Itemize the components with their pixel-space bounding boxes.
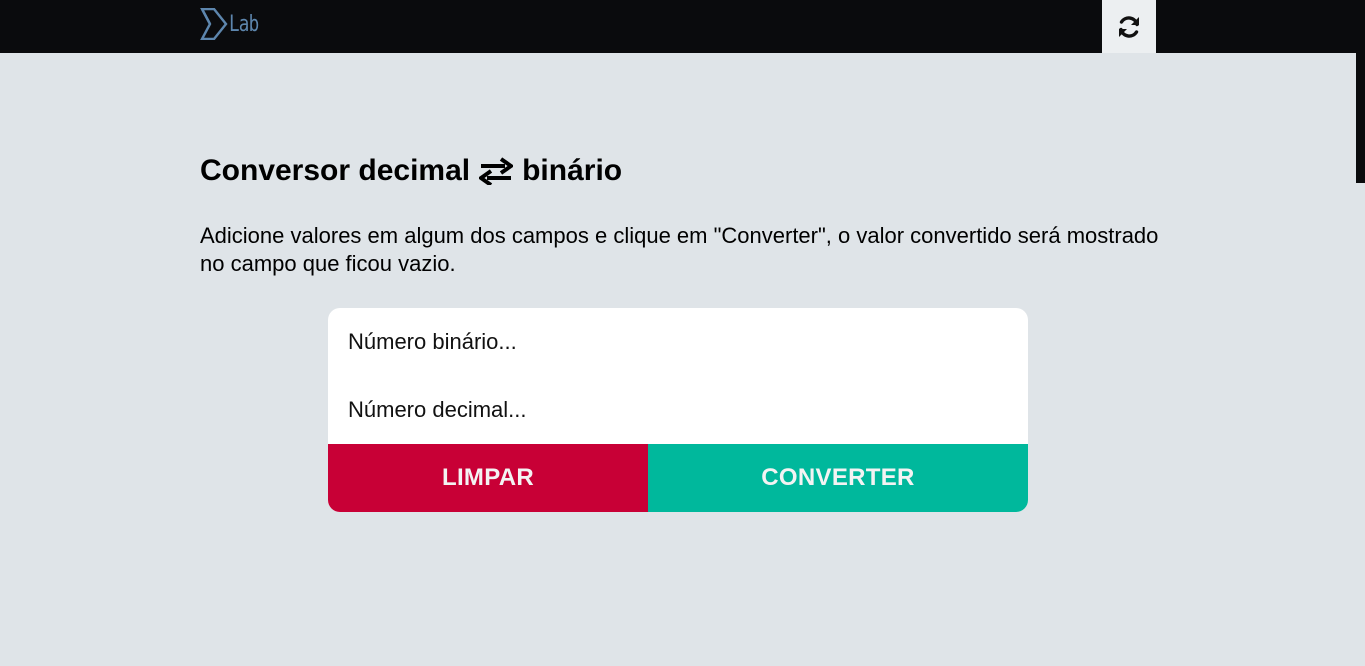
scrollbar[interactable] (1356, 53, 1365, 666)
logo-text: Lab (229, 11, 259, 37)
swap-arrows-icon (479, 157, 514, 185)
title-left: Conversor decimal (200, 154, 471, 187)
refresh-icon (1119, 15, 1139, 38)
clear-button[interactable]: LIMPAR (328, 444, 648, 512)
page-title: Conversor decimal binário (200, 154, 622, 188)
button-row: LIMPAR CONVERTER (328, 444, 1028, 512)
binary-input[interactable] (328, 308, 1028, 376)
scrollbar-thumb[interactable] (1356, 53, 1365, 183)
converter-card: LIMPAR CONVERTER (328, 308, 1028, 512)
decimal-input[interactable] (328, 376, 1028, 444)
logo[interactable]: Lab (200, 8, 266, 40)
description-text: Adicione valores em algum dos campos e c… (200, 223, 1159, 276)
top-navbar: Lab (0, 0, 1365, 53)
logo-chevron-icon (200, 8, 228, 40)
title-right: binário (522, 154, 623, 187)
refresh-button[interactable] (1102, 0, 1156, 53)
convert-button[interactable]: CONVERTER (648, 444, 1028, 512)
